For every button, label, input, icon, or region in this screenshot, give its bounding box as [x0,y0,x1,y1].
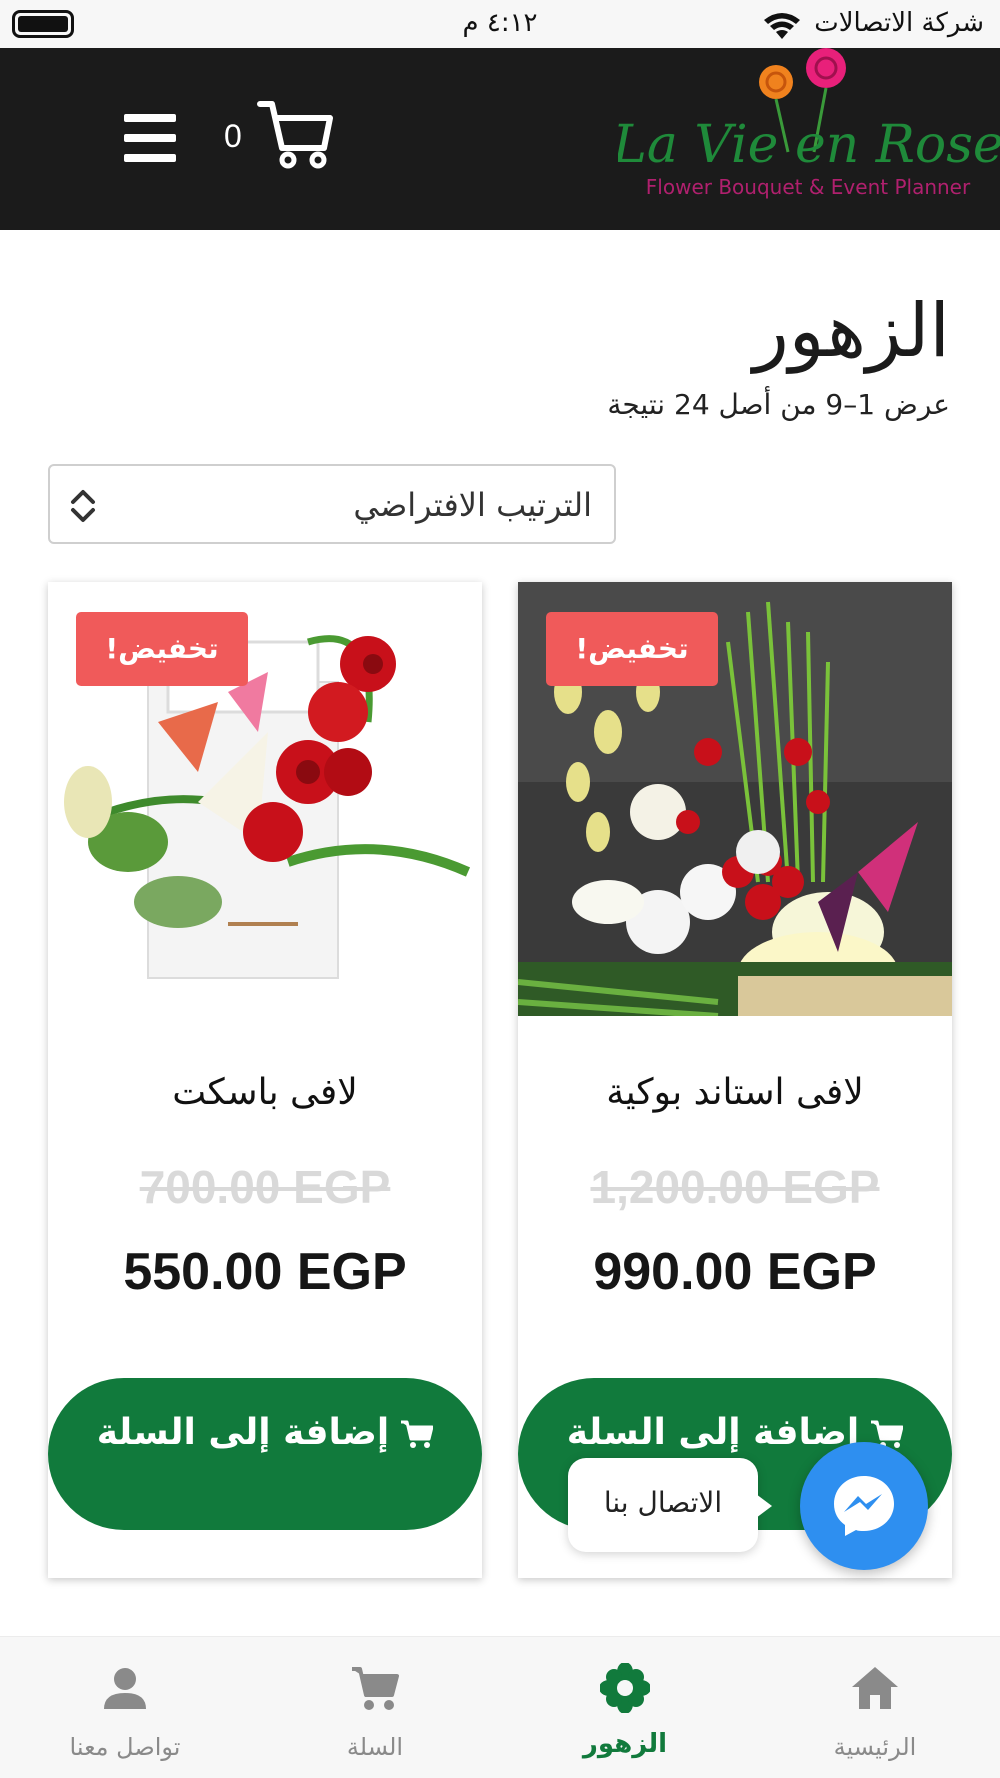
nav-label: الرئيسية [833,1733,917,1761]
nav-label: تواصل معنا [69,1733,181,1761]
messenger-chat-button[interactable] [800,1442,928,1570]
cart-icon [401,1420,434,1448]
flower-icon [600,1663,650,1713]
sort-select[interactable]: الترتيب الافتراضي [48,464,616,544]
app-page: ٤:١٢ م شركة الاتصالات 0 La Vie en Rose F… [0,0,1000,1778]
results-count: عرض 1–9 من أصل 24 نتيجة [607,388,950,421]
status-carrier: شركة الاتصالات [814,8,984,38]
nav-item-home[interactable]: الرئيسية [750,1637,1000,1778]
status-bar: ٤:١٢ م شركة الاتصالات [0,0,1000,48]
sale-badge: تخفيض! [546,612,718,686]
brand-logo[interactable]: La Vie en Rose Flower Bouquet & Event Pl… [618,48,1000,230]
sort-arrows-icon [71,490,95,522]
nav-label: السلة [346,1733,404,1761]
cart-count[interactable]: 0 [224,118,242,155]
sale-price: 990.00 EGP [593,1243,877,1301]
nav-item-cart[interactable]: السلة [250,1637,500,1778]
sort-selected-value: الترتيب الافتراضي [353,486,592,524]
old-price: 1,200.00 EGP [590,1161,880,1213]
nav-item-flowers[interactable]: الزهور [500,1637,750,1778]
add-to-cart-label: إضافة إلى السلة [566,1412,860,1453]
add-to-cart-label: إضافة إلى السلة [96,1412,390,1453]
logo-subtitle: Flower Bouquet & Event Planner [646,175,971,199]
nav-item-contact[interactable]: تواصل معنا [0,1637,250,1778]
messenger-icon [834,1476,894,1536]
page-title: الزهور [753,288,950,374]
logo-title: La Vie en Rose [618,115,1000,175]
cart-icon [352,1667,399,1710]
sale-badge: تخفيض! [76,612,248,686]
cart-icon[interactable] [256,96,336,172]
old-price: 700.00 EGP [139,1161,391,1213]
product-card[interactable]: تخفيض! لافى استاند بوكية 1,200.00 EGP 99… [518,582,952,1578]
add-to-cart-button[interactable]: إضافة إلى السلة [48,1378,482,1530]
wifi-icon [764,13,800,39]
bottom-nav: تواصل معنا السلة الزهور الرئيسية [0,1636,1000,1778]
battery-icon [12,10,74,38]
chat-prompt-bubble[interactable]: الاتصال بنا [568,1458,772,1552]
product-name[interactable]: لافى باسكت [48,1072,482,1113]
status-time: ٤:١٢ م [462,8,538,38]
home-icon [852,1667,898,1709]
chat-prompt-label: الاتصال بنا [603,1486,723,1519]
nav-label-active: الزهور [582,1729,668,1759]
site-header: 0 La Vie en Rose Flower Bouquet & Event … [0,48,1000,230]
product-name[interactable]: لافى استاند بوكية [518,1072,952,1113]
person-icon [104,1668,146,1709]
sale-price: 550.00 EGP [123,1243,407,1301]
product-card[interactable]: تخفيض! لافى باسكت 700.00 EGP 550.00 EGP … [48,582,482,1578]
menu-icon[interactable] [124,114,180,162]
